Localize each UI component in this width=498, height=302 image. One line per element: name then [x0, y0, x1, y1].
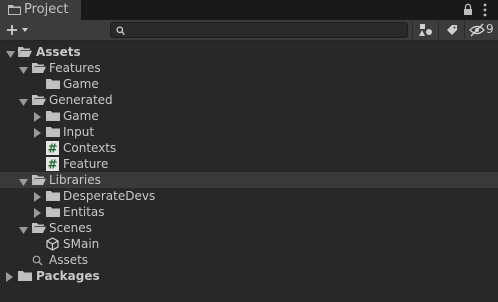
hidden-packages-button[interactable]: 9 [464, 21, 498, 39]
collapsed-arrow-icon[interactable] [34, 127, 42, 141]
tree-item-label: DesperateDevs [63, 189, 156, 203]
filter-by-type-button[interactable] [412, 21, 438, 39]
window-tab-bar: Project [0, 0, 498, 20]
tree-item-label: Libraries [49, 173, 101, 187]
tree-item-label: Game [63, 109, 99, 123]
collapsed-arrow-icon[interactable] [34, 207, 42, 221]
tree-item-label: Assets [49, 253, 89, 267]
search-input[interactable] [129, 23, 399, 37]
collapsed-arrow-icon[interactable] [34, 111, 42, 125]
tab-project[interactable]: Project [0, 0, 82, 20]
tab-label: Project [24, 2, 69, 17]
folder-open-icon [32, 62, 46, 77]
folder-icon [46, 126, 60, 141]
folder-open-icon [32, 222, 46, 237]
search-icon [32, 255, 43, 269]
collapsed-arrow-icon[interactable] [34, 191, 42, 205]
tree-row-smain[interactable]: SMain [0, 236, 498, 252]
folder-icon [46, 190, 60, 205]
tree-row-assets[interactable]: Assets [0, 44, 498, 60]
folder-icon [46, 206, 60, 221]
tree-row-features-game[interactable]: Game [0, 76, 498, 92]
filter-by-label-button[interactable] [438, 21, 464, 39]
collapsed-arrow-icon[interactable] [6, 271, 14, 285]
tree-row-input[interactable]: Input [0, 124, 498, 140]
tree-item-label: Features [49, 61, 101, 75]
tree-item-label: Packages [36, 269, 100, 283]
filter-by-type-icon [419, 24, 432, 36]
tree-row-generated[interactable]: Generated [0, 92, 498, 108]
search-field[interactable] [110, 22, 408, 38]
project-toolbar: 9 [0, 20, 498, 41]
tree-row-contexts[interactable]: # Contexts [0, 140, 498, 156]
tree-row-generated-game[interactable]: Game [0, 108, 498, 124]
filter-by-label-icon [447, 25, 457, 35]
folder-open-icon [32, 174, 46, 189]
tree-row-assets-search[interactable]: Assets [0, 252, 498, 268]
tree-item-label: Contexts [63, 141, 117, 155]
svg-text:#: # [47, 158, 57, 172]
tree-row-desperatedevs[interactable]: DesperateDevs [0, 188, 498, 204]
folder-open-icon [18, 46, 32, 61]
folder-icon [46, 110, 60, 125]
plus-icon [7, 25, 17, 35]
tree-item-label: Game [63, 77, 99, 91]
tree-row-entitas[interactable]: Entitas [0, 204, 498, 220]
chevron-down-icon [22, 28, 28, 32]
hidden-count: 9 [486, 22, 494, 36]
tree-item-label: Assets [36, 45, 81, 59]
folder-icon [18, 270, 32, 285]
tree-row-libraries[interactable]: Libraries [0, 172, 498, 188]
lock-icon[interactable] [463, 3, 473, 19]
tree-item-label: Feature [63, 157, 109, 171]
more-menu-icon[interactable] [482, 3, 488, 20]
svg-text:#: # [47, 142, 57, 156]
create-button[interactable] [4, 21, 34, 39]
tree-item-label: Scenes [49, 221, 92, 235]
tree-item-label: Entitas [63, 205, 105, 219]
tree-item-label: Input [63, 125, 95, 139]
folder-icon [8, 4, 21, 18]
tree-row-features[interactable]: Features [0, 60, 498, 76]
folder-icon [46, 78, 60, 93]
search-icon [116, 25, 125, 39]
tree-item-label: SMain [63, 237, 100, 251]
tree-row-scenes[interactable]: Scenes [0, 220, 498, 236]
tree-row-feature[interactable]: # Feature [0, 156, 498, 172]
folder-open-icon [32, 94, 46, 109]
tree-row-packages[interactable]: Packages [0, 268, 498, 284]
tree-item-label: Generated [49, 93, 113, 107]
hidden-packages-icon [469, 23, 485, 37]
